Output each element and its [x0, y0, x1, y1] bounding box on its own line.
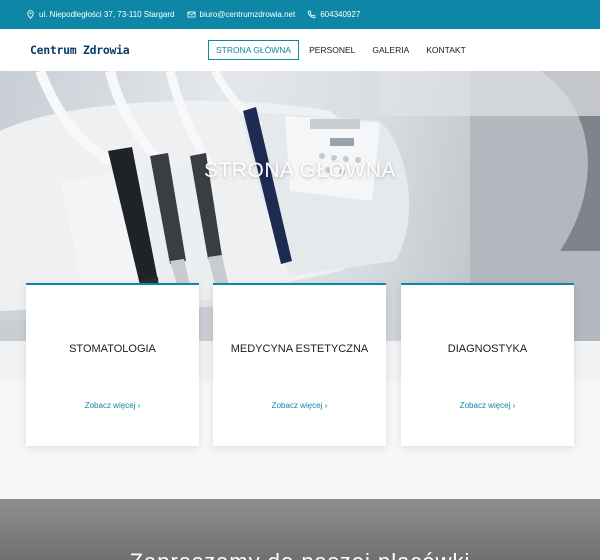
service-card-aesthetic-medicine: MEDYCYNA ESTETYCZNA Zobacz więcej › — [213, 283, 386, 446]
nav-item-contact[interactable]: KONTAKT — [426, 41, 466, 59]
main-nav: STRONA GŁÓWNA PERSONEL GALERIA KONTAKT — [208, 40, 483, 60]
site-logo[interactable]: Centrum Zdrowia — [30, 43, 130, 57]
nav-item-staff[interactable]: PERSONEL — [309, 41, 355, 59]
address-text: ul. Niepodległości 37, 73-110 Stargard — [39, 10, 175, 19]
card-title: DIAGNOSTYKA — [447, 343, 528, 355]
card-title: STOMATOLOGIA — [69, 343, 156, 355]
nav-item-gallery[interactable]: GALERIA — [372, 41, 409, 59]
see-more-link[interactable]: Zobacz więcej › — [213, 401, 386, 410]
teaser-section: Zapraszamy do naszej placówki — [0, 499, 600, 560]
service-card-dentistry: STOMATOLOGIA Zobacz więcej › — [26, 283, 199, 446]
phone-info[interactable]: 604340927 — [307, 10, 360, 19]
see-more-link[interactable]: Zobacz więcej › — [401, 401, 574, 410]
service-card-diagnostics: DIAGNOSTYKA Zobacz więcej › — [401, 283, 574, 446]
top-info-bar: ul. Niepodległości 37, 73-110 Stargard b… — [0, 0, 600, 29]
nav-item-home[interactable]: STRONA GŁÓWNA — [208, 40, 300, 60]
address-info: ul. Niepodległości 37, 73-110 Stargard — [26, 10, 175, 19]
phone-link[interactable]: 604340927 — [320, 10, 360, 19]
site-header: Centrum Zdrowia STRONA GŁÓWNA PERSONEL G… — [0, 29, 600, 71]
card-title: MEDYCYNA ESTETYCZNA — [230, 343, 369, 355]
teaser-heading: Zapraszamy do naszej placówki — [0, 549, 600, 560]
mail-icon — [186, 10, 196, 19]
email-info[interactable]: biuro@centrumzdrowia.net — [186, 10, 296, 19]
hero-title: STRONA GŁÓWNA — [203, 159, 397, 182]
location-icon — [26, 10, 35, 19]
see-more-link[interactable]: Zobacz więcej › — [26, 401, 199, 410]
email-link[interactable]: biuro@centrumzdrowia.net — [200, 10, 296, 19]
phone-icon — [307, 10, 316, 19]
